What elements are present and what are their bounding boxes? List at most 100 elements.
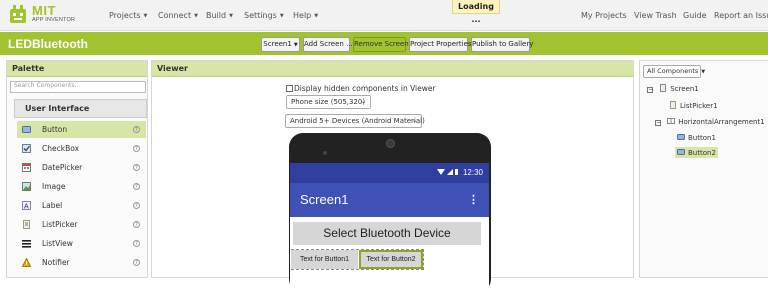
link-report-issue[interactable]: Report an Issue xyxy=(714,11,768,20)
publish-gallery-button[interactable]: Publish to Gallery xyxy=(471,37,530,52)
menu-projects-label: Projects xyxy=(109,11,141,20)
project-properties-button[interactable]: Project Properties xyxy=(409,37,468,52)
notifier-icon xyxy=(22,258,31,267)
caret-down-icon: ▼ xyxy=(194,13,198,19)
menu-build-label: Build xyxy=(206,11,226,20)
logo-title[interactable]: MIT xyxy=(32,3,56,18)
logo-subtitle[interactable]: APP INVENTOR xyxy=(32,17,75,23)
palette-item-label: DatePicker xyxy=(42,159,82,176)
help-icon[interactable]: ? xyxy=(133,164,140,171)
palette-item-label: ListView xyxy=(42,235,73,252)
palette-item-label: ListPicker xyxy=(42,216,77,233)
palette-title: Palette xyxy=(7,61,147,77)
palette-item-listview[interactable]: ListView ? xyxy=(17,235,146,252)
palette-item-label: Notifier xyxy=(42,254,70,271)
screen-icon xyxy=(659,84,667,92)
checkbox-icon[interactable] xyxy=(286,85,293,92)
display-hidden-label: Display hidden components in Viewer xyxy=(294,84,436,93)
palette-item-label[interactable]: A Label ? xyxy=(17,197,146,214)
palette-item-label: Button xyxy=(42,121,67,138)
palette-item-notifier[interactable]: Notifier ? xyxy=(17,254,146,271)
menu-build[interactable]: Build▼ xyxy=(206,11,233,20)
tree-item-screen1[interactable]: − Screen1 xyxy=(647,84,699,93)
link-view-trash[interactable]: View Trash xyxy=(634,11,677,20)
chevron-down-icon: ⌄ xyxy=(361,96,366,108)
category-user-interface[interactable]: User Interface xyxy=(14,99,147,118)
camera-icon xyxy=(386,139,395,148)
button1-component[interactable]: Text for Button1 xyxy=(291,250,358,269)
menu-connect[interactable]: Connect▼ xyxy=(158,11,198,20)
palette-search-input[interactable]: Search Components... xyxy=(10,81,146,93)
menu-settings[interactable]: Settings▼ xyxy=(244,11,284,20)
checkbox-icon xyxy=(22,144,31,153)
help-icon[interactable]: ? xyxy=(133,183,140,190)
tree-item-button1[interactable]: Button1 xyxy=(677,133,716,142)
phone-size-value: Phone size (505,320) xyxy=(291,98,365,106)
all-components-label: All Components xyxy=(647,67,698,75)
display-hidden-checkbox[interactable]: Display hidden components in Viewer xyxy=(286,84,436,93)
status-time: 12:30 xyxy=(463,168,483,177)
help-icon[interactable]: ? xyxy=(133,240,140,247)
screen-select-button[interactable]: Screen1▼ xyxy=(261,37,300,52)
help-icon[interactable]: ? xyxy=(133,145,140,152)
caret-down-icon: ▼ xyxy=(144,13,148,19)
tree-item-listpicker1[interactable]: ListPicker1 xyxy=(669,101,718,110)
caret-down-icon: ▼ xyxy=(229,13,233,19)
menu-settings-label: Settings xyxy=(244,11,277,20)
help-icon[interactable]: ? xyxy=(133,202,140,209)
overflow-menu-icon[interactable]: ⋮ xyxy=(468,183,479,217)
phone-mockup: 12:30 Screen1 ⋮ Select Bluetooth Device … xyxy=(289,133,491,293)
help-icon[interactable]: ? xyxy=(133,221,140,228)
tree-label: Button2 xyxy=(688,149,716,157)
listpicker-component[interactable]: Select Bluetooth Device xyxy=(293,222,481,245)
palette-item-checkbox[interactable]: CheckBox ? xyxy=(17,140,146,157)
button-icon xyxy=(677,148,685,156)
menu-help[interactable]: Help▼ xyxy=(293,11,318,20)
link-guide[interactable]: Guide xyxy=(683,11,707,20)
svg-text:A: A xyxy=(24,204,29,211)
palette-item-image[interactable]: Image ? xyxy=(17,178,146,195)
tree-label: Button1 xyxy=(688,134,716,142)
palette-item-datepicker[interactable]: DatePicker ? xyxy=(17,159,146,176)
status-icons xyxy=(437,168,459,176)
link-my-projects[interactable]: My Projects xyxy=(581,11,627,20)
android-status-bar: 12:30 xyxy=(290,163,489,183)
tree-label: ListPicker1 xyxy=(680,102,718,110)
caret-down-icon: ▼ xyxy=(294,42,298,48)
tree-item-horizontalarrangement1[interactable]: − HorizontalArrangement1 xyxy=(655,117,765,126)
button-icon xyxy=(677,133,685,141)
palette-item-label: Label xyxy=(42,197,62,214)
menu-help-label: Help xyxy=(293,11,311,20)
caret-down-icon: ▼ xyxy=(701,69,705,75)
palette-item-label: Image xyxy=(42,178,66,195)
palette-panel: Palette Search Components... User Interf… xyxy=(6,60,148,278)
screen-select-label: Screen1 xyxy=(263,40,292,48)
image-icon xyxy=(22,182,31,191)
app-inventor-logo-icon[interactable] xyxy=(8,3,28,25)
label-icon: A xyxy=(22,201,31,210)
tree-label: Screen1 xyxy=(670,85,699,93)
palette-item-button[interactable]: Button ? xyxy=(17,121,146,138)
app-title-bar: Screen1 ⋮ xyxy=(290,183,489,217)
project-toolbar: LEDBluetooth Screen1▼ Add Screen ... Rem… xyxy=(0,32,768,55)
menu-projects[interactable]: Projects▼ xyxy=(109,11,147,20)
add-screen-button[interactable]: Add Screen ... xyxy=(303,37,350,52)
collapse-icon[interactable]: − xyxy=(647,87,653,93)
viewer-title: Viewer xyxy=(152,61,633,77)
loading-indicator: Loading ... xyxy=(452,0,500,14)
palette-item-listpicker[interactable]: ListPicker ? xyxy=(17,216,146,233)
caret-down-icon: ▼ xyxy=(280,13,284,19)
sensor-dot xyxy=(323,151,327,155)
project-name: LEDBluetooth xyxy=(8,37,88,51)
collapse-icon[interactable]: − xyxy=(655,120,661,126)
help-icon[interactable]: ? xyxy=(133,126,140,133)
button2-component[interactable]: Text for Button2 xyxy=(359,250,423,269)
device-theme-select[interactable]: Android 5+ Devices (Android Material)⌄ xyxy=(285,114,422,128)
listpicker-icon xyxy=(669,101,677,109)
remove-screen-button[interactable]: Remove Screen xyxy=(353,37,406,52)
phone-size-select[interactable]: Phone size (505,320)⌄ xyxy=(286,95,371,109)
tree-item-button2[interactable]: Button2 xyxy=(675,147,718,158)
all-components-select[interactable]: All Components▼ xyxy=(643,65,701,78)
top-header: MIT APP INVENTOR Projects▼ Connect▼ Buil… xyxy=(0,0,768,31)
help-icon[interactable]: ? xyxy=(133,259,140,266)
